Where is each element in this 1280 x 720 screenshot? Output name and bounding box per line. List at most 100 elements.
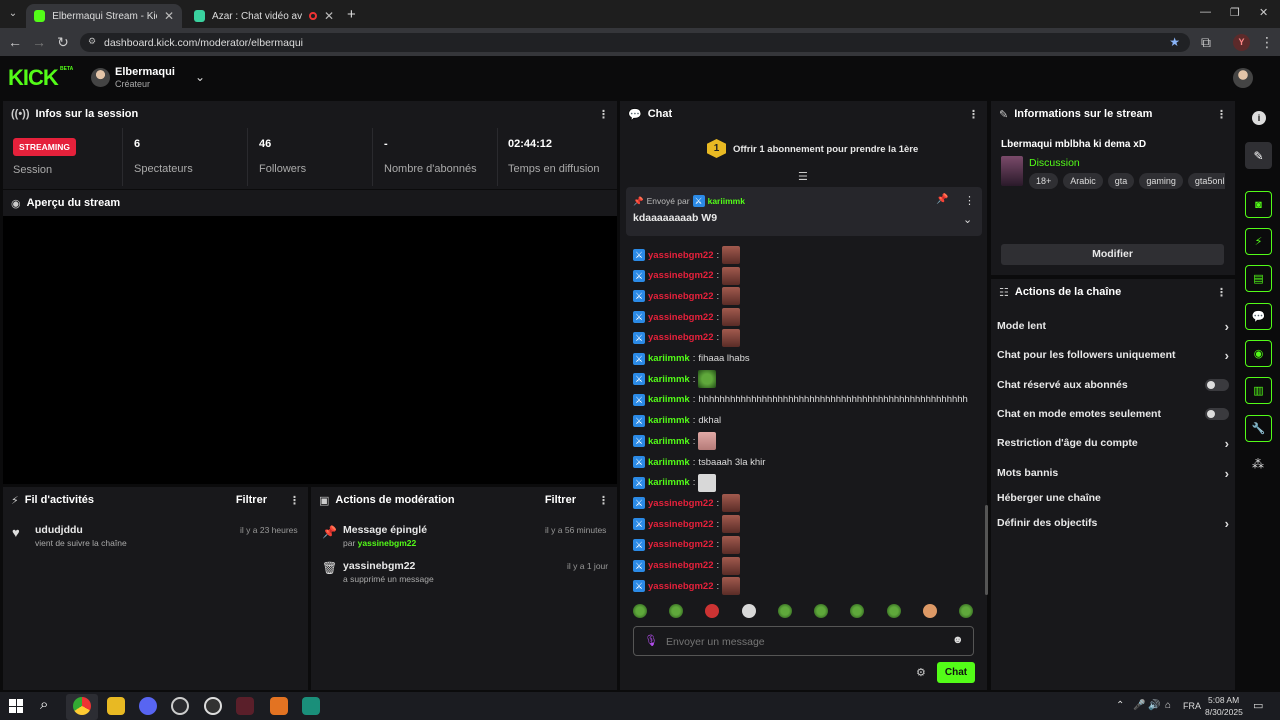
chat-message[interactable]: ⚔ yassinebgm22: (633, 245, 741, 265)
more-options-icon[interactable]: ⋮ (598, 108, 609, 121)
chat-emote-icon[interactable] (722, 556, 741, 575)
tray-overflow-chevron-icon[interactable]: ⌃ (1116, 700, 1124, 711)
window-close-icon[interactable]: ✕ (1259, 6, 1268, 19)
tab-close-icon[interactable]: ✕ (164, 9, 174, 23)
microphone-icon[interactable]: 🎙 (644, 634, 658, 647)
filter-button[interactable]: Filtrer (545, 494, 576, 506)
chat-emote-icon[interactable] (722, 515, 741, 534)
discord-icon[interactable] (139, 697, 157, 715)
chat-emote-icon[interactable] (698, 473, 717, 492)
action-age-restriction[interactable]: Restriction d'âge du compte › (997, 433, 1229, 453)
stream-preview-video[interactable] (3, 216, 617, 484)
chat-username[interactable]: yassinebgm22 (648, 539, 713, 550)
pinned-user[interactable]: kariimmk (708, 196, 745, 206)
chat-message[interactable]: ⚔ kariimmk: (633, 369, 717, 389)
valorant-icon[interactable] (236, 697, 254, 715)
chat-message[interactable]: ⚔ yassinebgm22: (633, 266, 741, 286)
browser-tab-azar[interactable]: Azar : Chat vidéo avec de n ✕ (186, 4, 342, 28)
chat-username[interactable]: kariimmk (648, 436, 690, 447)
action-banned-words[interactable]: Mots bannis › (997, 463, 1229, 483)
stream-category[interactable]: Discussion (1029, 157, 1080, 169)
more-options-icon[interactable]: ⋮ (968, 108, 979, 121)
emoji-picker-icon[interactable]: ☻ (952, 634, 964, 646)
action-host-channel[interactable]: Héberger une chaîne (997, 488, 1229, 508)
chat-message[interactable]: ⚔ yassinebgm22: (633, 514, 741, 534)
send-chat-button[interactable]: Chat (937, 662, 975, 683)
kick-app-icon[interactable] (302, 697, 320, 715)
chat-message[interactable]: ⚔ yassinebgm22: (633, 535, 741, 555)
sub-goal-text[interactable]: Offrir 1 abonnement pour prendre la 1ère (733, 144, 918, 155)
chat-emote-icon[interactable] (722, 328, 741, 347)
emote-icon[interactable] (669, 604, 684, 618)
sidebar-document-icon[interactable]: ▤ (1245, 265, 1272, 292)
user-avatar[interactable] (1233, 68, 1253, 88)
forward-icon[interactable]: → (31, 34, 47, 50)
sidebar-broadcast-icon[interactable]: ◉ (1245, 340, 1272, 367)
edit-mode-pencil-icon[interactable]: ✎ (1245, 142, 1272, 169)
chat-emote-icon[interactable] (722, 287, 741, 306)
chat-scrollbar[interactable] (985, 505, 988, 595)
emotes-only-toggle[interactable] (1205, 408, 1229, 420)
tab-list-chevron-icon[interactable]: ⌄ (6, 8, 20, 22)
emote-icon[interactable] (705, 604, 720, 618)
chat-username[interactable]: yassinebgm22 (648, 291, 713, 302)
chat-username[interactable]: kariimmk (648, 374, 690, 385)
chat-emote-icon[interactable] (722, 535, 741, 554)
collapse-list-icon[interactable]: ☰ (798, 170, 808, 183)
emote-icon[interactable] (814, 604, 829, 618)
chat-username[interactable]: kariimmk (648, 477, 690, 488)
emote-icon[interactable] (922, 604, 937, 618)
chat-username[interactable]: yassinebgm22 (648, 250, 713, 261)
chat-message[interactable]: ⚔ kariimmk: (633, 473, 717, 493)
chat-emote-icon[interactable] (722, 266, 741, 285)
expand-chevron-icon[interactable]: ⌄ (963, 213, 972, 226)
tab-close-icon[interactable]: ✕ (324, 9, 334, 23)
chat-emote-icon[interactable] (722, 246, 741, 264)
emote-icon[interactable] (777, 604, 792, 618)
chat-message[interactable]: ⚔ kariimmk: dkhal (633, 411, 721, 431)
chat-username[interactable]: kariimmk (648, 415, 690, 426)
reload-icon[interactable]: ↻ (55, 34, 71, 50)
chat-message[interactable]: ⚔ yassinebgm22: (633, 286, 741, 306)
obs-icon[interactable] (204, 697, 222, 715)
action-set-goals[interactable]: Définir des objectifs › (997, 513, 1229, 533)
search-icon[interactable]: ⌕ (40, 696, 48, 713)
chat-message[interactable]: ⚔ kariimmk: (633, 431, 717, 451)
language-indicator[interactable]: FRA (1183, 701, 1201, 711)
volume-icon[interactable]: 🔊 (1148, 700, 1160, 711)
chat-username[interactable]: kariimmk (648, 353, 690, 364)
unpin-icon[interactable]: 📌 (936, 194, 948, 205)
address-bar[interactable]: ⚙ dashboard.kick.com/moderator/elbermaqu… (80, 33, 1190, 52)
chat-message[interactable]: ⚔ kariimmk: fihaaa lhabs (633, 349, 750, 369)
info-icon[interactable]: i (1252, 111, 1266, 125)
chat-username[interactable]: yassinebgm22 (648, 581, 713, 592)
extensions-icon[interactable]: ⧉ (1198, 34, 1214, 50)
bookmark-star-icon[interactable]: ★ (1169, 35, 1180, 49)
chat-emote-icon[interactable] (722, 494, 741, 513)
notifications-icon[interactable]: ▭ (1253, 699, 1263, 712)
microphone-tray-icon[interactable]: 🎤 (1133, 700, 1145, 711)
sidebar-lightning-icon[interactable]: ⚡ (1245, 228, 1272, 255)
chat-message-list[interactable]: ⚔ yassinebgm22: ⚔ yassinebgm22: ⚔ yassinebgm2… (620, 238, 985, 598)
clock-date[interactable]: 8/30/2025 (1205, 707, 1243, 717)
mod-action-title[interactable]: yassinebgm22 (343, 560, 415, 572)
pinned-more-icon[interactable]: ⋮ (964, 194, 975, 207)
chat-message[interactable]: ⚔ yassinebgm22: (633, 307, 741, 327)
steam-icon[interactable] (171, 697, 189, 715)
kick-logo[interactable]: KICK (8, 65, 59, 91)
emote-icon[interactable] (741, 604, 756, 618)
chrome-icon[interactable] (73, 697, 91, 715)
back-icon[interactable]: ← (7, 34, 23, 50)
chat-username[interactable]: yassinebgm22 (648, 519, 713, 530)
new-tab-button[interactable]: + (347, 6, 356, 23)
mod-user[interactable]: yassinebgm22 (358, 538, 417, 548)
more-options-icon[interactable]: ⋮ (598, 494, 609, 507)
chat-emote-icon[interactable] (698, 370, 717, 389)
minimize-icon[interactable]: — (1200, 6, 1211, 18)
sidebar-chat-icon[interactable]: 💬 (1245, 303, 1272, 330)
edit-stream-button[interactable]: Modifier (1001, 244, 1224, 265)
site-info-icon[interactable]: ⚙ (88, 36, 96, 47)
chat-emote-icon[interactable] (698, 432, 717, 451)
emote-icon[interactable] (850, 604, 865, 618)
chat-username[interactable]: yassinebgm22 (648, 498, 713, 509)
